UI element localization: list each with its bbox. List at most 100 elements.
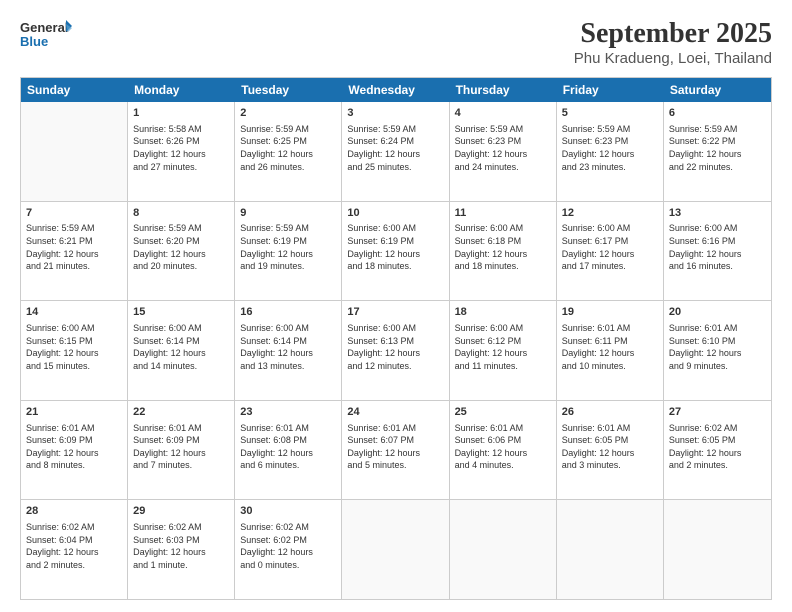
day-info: Sunrise: 5:59 AM Sunset: 6:22 PM Dayligh… bbox=[669, 123, 766, 173]
day-number: 25 bbox=[455, 405, 551, 420]
day-info: Sunrise: 6:00 AM Sunset: 6:12 PM Dayligh… bbox=[455, 322, 551, 372]
day-info: Sunrise: 6:00 AM Sunset: 6:13 PM Dayligh… bbox=[347, 322, 443, 372]
calendar-cell: 28 Sunrise: 6:02 AM Sunset: 6:04 PM Dayli… bbox=[21, 500, 128, 599]
calendar-cell: 22 Sunrise: 6:01 AM Sunset: 6:09 PM Dayli… bbox=[128, 401, 235, 500]
day-number: 9 bbox=[240, 206, 336, 221]
day-number: 1 bbox=[133, 106, 229, 121]
day-info: Sunrise: 5:59 AM Sunset: 6:20 PM Dayligh… bbox=[133, 222, 229, 272]
day-number: 2 bbox=[240, 106, 336, 121]
calendar-cell: 3 Sunrise: 5:59 AM Sunset: 6:24 PM Daylig… bbox=[342, 102, 449, 201]
calendar-cell: 8Sunrise: 5:59 AM Sunset: 6:20 PM Daylig… bbox=[128, 202, 235, 301]
day-number: 23 bbox=[240, 405, 336, 420]
calendar-body: 1 Sunrise: 5:58 AM Sunset: 6:26 PM Daylig… bbox=[21, 102, 771, 599]
calendar-week: 7Sunrise: 5:59 AM Sunset: 6:21 PM Daylig… bbox=[21, 202, 771, 302]
day-number: 29 bbox=[133, 504, 229, 519]
day-number: 27 bbox=[669, 405, 766, 420]
calendar-week: 1 Sunrise: 5:58 AM Sunset: 6:26 PM Daylig… bbox=[21, 102, 771, 202]
day-number: 7 bbox=[26, 206, 122, 221]
weekday-header: Wednesday bbox=[342, 78, 449, 102]
header: General Blue September 2025 Phu Kradueng… bbox=[20, 18, 772, 67]
day-info: Sunrise: 6:01 AM Sunset: 6:05 PM Dayligh… bbox=[562, 422, 658, 472]
day-info: Sunrise: 6:01 AM Sunset: 6:09 PM Dayligh… bbox=[133, 422, 229, 472]
weekday-header: Saturday bbox=[664, 78, 771, 102]
day-info: Sunrise: 6:01 AM Sunset: 6:08 PM Dayligh… bbox=[240, 422, 336, 472]
weekday-header: Monday bbox=[128, 78, 235, 102]
day-number: 28 bbox=[26, 504, 122, 519]
day-number: 26 bbox=[562, 405, 658, 420]
day-number: 21 bbox=[26, 405, 122, 420]
day-number: 22 bbox=[133, 405, 229, 420]
day-number: 18 bbox=[455, 305, 551, 320]
day-number: 6 bbox=[669, 106, 766, 121]
calendar-cell: 2 Sunrise: 5:59 AM Sunset: 6:25 PM Daylig… bbox=[235, 102, 342, 201]
day-info: Sunrise: 6:02 AM Sunset: 6:04 PM Dayligh… bbox=[26, 521, 122, 571]
weekday-header: Sunday bbox=[21, 78, 128, 102]
day-number: 3 bbox=[347, 106, 443, 121]
page-subtitle: Phu Kradueng, Loei, Thailand bbox=[574, 50, 772, 67]
calendar-cell: 13Sunrise: 6:00 AM Sunset: 6:16 PM Dayli… bbox=[664, 202, 771, 301]
calendar-week: 28 Sunrise: 6:02 AM Sunset: 6:04 PM Dayli… bbox=[21, 500, 771, 599]
title-section: September 2025 Phu Kradueng, Loei, Thail… bbox=[574, 18, 772, 67]
day-number: 17 bbox=[347, 305, 443, 320]
calendar-cell bbox=[21, 102, 128, 201]
day-info: Sunrise: 5:58 AM Sunset: 6:26 PM Dayligh… bbox=[133, 123, 229, 173]
day-number: 24 bbox=[347, 405, 443, 420]
calendar-cell: 1 Sunrise: 5:58 AM Sunset: 6:26 PM Daylig… bbox=[128, 102, 235, 201]
day-number: 10 bbox=[347, 206, 443, 221]
day-number: 16 bbox=[240, 305, 336, 320]
calendar-cell: 23 Sunrise: 6:01 AM Sunset: 6:08 PM Dayli… bbox=[235, 401, 342, 500]
calendar-cell: 10Sunrise: 6:00 AM Sunset: 6:19 PM Dayli… bbox=[342, 202, 449, 301]
weekday-header: Friday bbox=[557, 78, 664, 102]
calendar-header: SundayMondayTuesdayWednesdayThursdayFrid… bbox=[21, 78, 771, 102]
day-number: 19 bbox=[562, 305, 658, 320]
day-info: Sunrise: 6:00 AM Sunset: 6:14 PM Dayligh… bbox=[240, 322, 336, 372]
calendar-cell: 15Sunrise: 6:00 AM Sunset: 6:14 PM Dayli… bbox=[128, 301, 235, 400]
day-info: Sunrise: 6:01 AM Sunset: 6:06 PM Dayligh… bbox=[455, 422, 551, 472]
day-info: Sunrise: 6:00 AM Sunset: 6:17 PM Dayligh… bbox=[562, 222, 658, 272]
calendar-cell: 14 Sunrise: 6:00 AM Sunset: 6:15 PM Dayli… bbox=[21, 301, 128, 400]
calendar-cell: 29 Sunrise: 6:02 AM Sunset: 6:03 PM Dayli… bbox=[128, 500, 235, 599]
day-info: Sunrise: 5:59 AM Sunset: 6:23 PM Dayligh… bbox=[455, 123, 551, 173]
day-number: 12 bbox=[562, 206, 658, 221]
day-info: Sunrise: 5:59 AM Sunset: 6:23 PM Dayligh… bbox=[562, 123, 658, 173]
page: General Blue September 2025 Phu Kradueng… bbox=[0, 0, 792, 612]
page-title: September 2025 bbox=[574, 18, 772, 50]
calendar-cell: 4Sunrise: 5:59 AM Sunset: 6:23 PM Daylig… bbox=[450, 102, 557, 201]
calendar-cell: 12Sunrise: 6:00 AM Sunset: 6:17 PM Dayli… bbox=[557, 202, 664, 301]
calendar-cell bbox=[664, 500, 771, 599]
calendar-cell bbox=[450, 500, 557, 599]
day-info: Sunrise: 6:00 AM Sunset: 6:16 PM Dayligh… bbox=[669, 222, 766, 272]
calendar-cell: 5Sunrise: 5:59 AM Sunset: 6:23 PM Daylig… bbox=[557, 102, 664, 201]
day-info: Sunrise: 5:59 AM Sunset: 6:24 PM Dayligh… bbox=[347, 123, 443, 173]
day-info: Sunrise: 5:59 AM Sunset: 6:25 PM Dayligh… bbox=[240, 123, 336, 173]
day-info: Sunrise: 6:01 AM Sunset: 6:11 PM Dayligh… bbox=[562, 322, 658, 372]
day-number: 8 bbox=[133, 206, 229, 221]
calendar-week: 21 Sunrise: 6:01 AM Sunset: 6:09 PM Dayli… bbox=[21, 401, 771, 501]
day-info: Sunrise: 6:01 AM Sunset: 6:09 PM Dayligh… bbox=[26, 422, 122, 472]
day-number: 30 bbox=[240, 504, 336, 519]
day-info: Sunrise: 6:00 AM Sunset: 6:15 PM Dayligh… bbox=[26, 322, 122, 372]
logo-svg: General Blue bbox=[20, 18, 72, 54]
day-info: Sunrise: 6:01 AM Sunset: 6:07 PM Dayligh… bbox=[347, 422, 443, 472]
calendar-cell: 17 Sunrise: 6:00 AM Sunset: 6:13 PM Dayli… bbox=[342, 301, 449, 400]
day-number: 15 bbox=[133, 305, 229, 320]
calendar-cell: 21 Sunrise: 6:01 AM Sunset: 6:09 PM Dayli… bbox=[21, 401, 128, 500]
calendar-cell: 7Sunrise: 5:59 AM Sunset: 6:21 PM Daylig… bbox=[21, 202, 128, 301]
day-info: Sunrise: 6:02 AM Sunset: 6:03 PM Dayligh… bbox=[133, 521, 229, 571]
day-number: 20 bbox=[669, 305, 766, 320]
day-number: 14 bbox=[26, 305, 122, 320]
day-info: Sunrise: 6:00 AM Sunset: 6:18 PM Dayligh… bbox=[455, 222, 551, 272]
day-info: Sunrise: 5:59 AM Sunset: 6:19 PM Dayligh… bbox=[240, 222, 336, 272]
calendar-cell: 11Sunrise: 6:00 AM Sunset: 6:18 PM Dayli… bbox=[450, 202, 557, 301]
calendar-cell: 20Sunrise: 6:01 AM Sunset: 6:10 PM Dayli… bbox=[664, 301, 771, 400]
calendar-week: 14 Sunrise: 6:00 AM Sunset: 6:15 PM Dayli… bbox=[21, 301, 771, 401]
svg-text:Blue: Blue bbox=[20, 34, 48, 49]
calendar-cell: 16 Sunrise: 6:00 AM Sunset: 6:14 PM Dayli… bbox=[235, 301, 342, 400]
day-info: Sunrise: 5:59 AM Sunset: 6:21 PM Dayligh… bbox=[26, 222, 122, 272]
day-info: Sunrise: 6:02 AM Sunset: 6:05 PM Dayligh… bbox=[669, 422, 766, 472]
svg-text:General: General bbox=[20, 20, 68, 35]
calendar-cell: 6 Sunrise: 5:59 AM Sunset: 6:22 PM Daylig… bbox=[664, 102, 771, 201]
calendar-cell: 27 Sunrise: 6:02 AM Sunset: 6:05 PM Dayli… bbox=[664, 401, 771, 500]
weekday-header: Thursday bbox=[450, 78, 557, 102]
day-number: 11 bbox=[455, 206, 551, 221]
